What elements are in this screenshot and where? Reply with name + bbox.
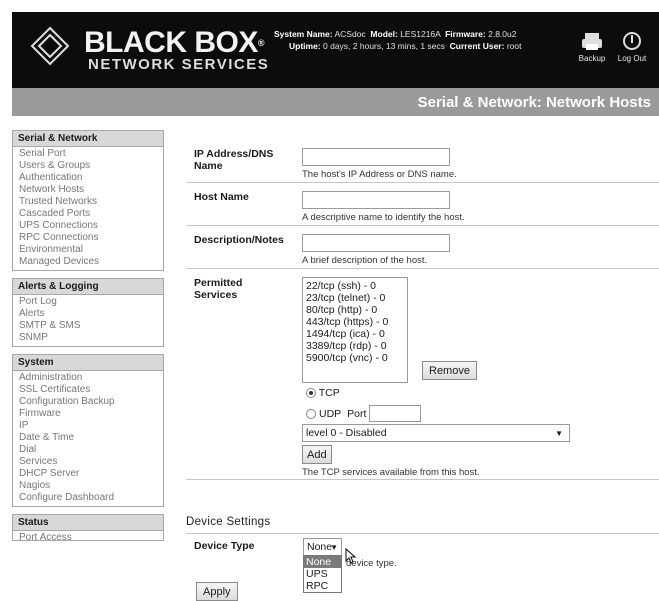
divider (186, 533, 659, 534)
sidebar-item-firmware[interactable]: Firmware (13, 408, 163, 420)
power-icon (623, 32, 641, 50)
sidebar-group-serial-network: Serial & Network Serial Port Users & Gro… (12, 130, 164, 271)
page-title: Serial & Network: Network Hosts (417, 94, 651, 111)
firmware-value: 2.8.0u2 (488, 29, 517, 39)
sidebar-item-configure-dashboard[interactable]: Configure Dashboard (13, 492, 163, 504)
sidebar-group-system: System Administration SSL Certificates C… (12, 354, 164, 507)
ip-help: The host's IP Address or DNS name. (302, 169, 457, 180)
black-box-logo-icon (30, 26, 70, 66)
sidebar-item-date-time[interactable]: Date & Time (13, 432, 163, 444)
device-type-select[interactable]: None ▼ (303, 538, 342, 556)
sidebar-item-administration[interactable]: Administration (13, 372, 163, 384)
sidebar: Serial & Network Serial Port Users & Gro… (12, 130, 164, 548)
description-label: Description/Notes (194, 234, 284, 246)
device-type-options[interactable]: None UPS RPC (303, 555, 342, 593)
sidebar-item-nagios[interactable]: Nagios (13, 480, 163, 492)
sidebar-group-title: Status (13, 515, 163, 531)
service-option[interactable]: 1494/tcp (ica) - 0 (306, 328, 404, 340)
hostname-row: Host Name A descriptive name to identify… (186, 183, 659, 226)
sidebar-group-alerts-logging: Alerts & Logging Port Log Alerts SMTP & … (12, 278, 164, 347)
sidebar-item-configuration-backup[interactable]: Configuration Backup (13, 396, 163, 408)
ip-address-input[interactable] (302, 148, 450, 166)
sidebar-item-ups-connections[interactable]: UPS Connections (13, 220, 163, 232)
sidebar-item-services[interactable]: Services (13, 456, 163, 468)
ip-label: IP Address/DNS Name (194, 148, 274, 172)
device-type-help: device type. (346, 558, 397, 569)
device-type-label: Device Type (194, 540, 255, 552)
sidebar-item-authentication[interactable]: Authentication (13, 172, 163, 184)
device-type-option[interactable]: None (304, 556, 341, 568)
dropdown-arrow-icon: ▼ (555, 429, 563, 438)
backup-button[interactable]: Backup (573, 28, 611, 64)
system-name: ACSdoc (334, 29, 366, 39)
sidebar-item-dial[interactable]: Dial (13, 444, 163, 456)
remove-button[interactable]: Remove (422, 361, 477, 380)
ip-row: IP Address/DNS Name The host's IP Addres… (186, 140, 659, 183)
tcp-radio[interactable] (306, 388, 316, 399)
sidebar-item-snmp[interactable]: SNMP (13, 332, 163, 344)
sidebar-item-serial-port[interactable]: Serial Port (13, 148, 163, 160)
device-type-value: None (307, 541, 333, 553)
sidebar-item-port-log[interactable]: Port Log (13, 296, 163, 308)
device-type-option[interactable]: UPS (304, 568, 341, 580)
sidebar-item-ssl-certificates[interactable]: SSL Certificates (13, 384, 163, 396)
host-name-input[interactable] (302, 191, 450, 209)
sidebar-item-managed-devices[interactable]: Managed Devices (13, 256, 163, 268)
host-form: IP Address/DNS Name The host's IP Addres… (186, 140, 659, 480)
app-header: BLACK BOX® NETWORK SERVICES System Name:… (12, 12, 659, 88)
sidebar-item-rpc-connections[interactable]: RPC Connections (13, 232, 163, 244)
model-value: LES1216A (400, 29, 441, 39)
sidebar-item-environmental[interactable]: Environmental (13, 244, 163, 256)
sidebar-group-title: Serial & Network (13, 131, 163, 147)
tcp-label: TCP (318, 387, 340, 399)
service-option[interactable]: 80/tcp (http) - 0 (306, 304, 404, 316)
description-help: A brief description of the host. (302, 255, 428, 266)
description-row: Description/Notes A brief description of… (186, 226, 659, 269)
sidebar-item-port-access[interactable]: Port Access (13, 532, 163, 540)
device-settings-title: Device Settings (186, 516, 271, 528)
dropdown-arrow-icon: ▼ (330, 543, 338, 552)
title-bar: Serial & Network: Network Hosts (12, 88, 659, 116)
port-label: Port (347, 407, 367, 420)
logo-subtitle: NETWORK SERVICES (88, 56, 270, 73)
sidebar-item-users-groups[interactable]: Users & Groups (13, 160, 163, 172)
uptime-value: 0 days, 2 hours, 13 mins, 1 secs (323, 41, 445, 51)
sidebar-item-network-hosts[interactable]: Network Hosts (13, 184, 163, 196)
port-input[interactable] (369, 405, 422, 422)
description-input[interactable] (302, 234, 450, 252)
current-user-value: root (506, 41, 522, 51)
sidebar-item-trusted-networks[interactable]: Trusted Networks (13, 196, 163, 208)
logout-button[interactable]: Log Out (613, 28, 651, 64)
sidebar-item-dhcp-server[interactable]: DHCP Server (13, 468, 163, 480)
service-option[interactable]: 443/tcp (https) - 0 (306, 316, 404, 328)
sidebar-item-alerts[interactable]: Alerts (13, 308, 163, 320)
service-option[interactable]: 23/tcp (telnet) - 0 (306, 292, 404, 304)
system-info: System Name: ACSdoc Model: LES1216A Firm… (274, 29, 522, 51)
hostname-label: Host Name (194, 191, 249, 203)
sidebar-group-title: System (13, 355, 163, 371)
sidebar-item-cascaded-ports[interactable]: Cascaded Ports (13, 208, 163, 220)
add-button[interactable]: Add (302, 445, 332, 464)
sidebar-group-status: Status Port Access (12, 514, 164, 541)
printer-icon (582, 33, 602, 50)
sidebar-item-ip[interactable]: IP (13, 420, 163, 432)
device-type-option[interactable]: RPC (304, 580, 341, 592)
udp-label: UDP (319, 407, 342, 420)
service-option[interactable]: 22/tcp (ssh) - 0 (306, 280, 404, 292)
udp-radio[interactable] (306, 408, 316, 419)
level-select[interactable]: level 0 - Disabled ▼ (302, 424, 570, 442)
level-value: level 0 - Disabled (306, 427, 387, 439)
services-help: The TCP services available from this hos… (302, 467, 480, 478)
hostname-help: A descriptive name to identify the host. (302, 212, 465, 223)
service-option[interactable]: 3389/tcp (rdp) - 0 (306, 340, 404, 352)
apply-button[interactable]: Apply (196, 582, 238, 601)
permitted-services-list[interactable]: 22/tcp (ssh) - 0 23/tcp (telnet) - 0 80/… (302, 277, 408, 383)
services-row: Permitted Services 22/tcp (ssh) - 0 23/t… (186, 269, 659, 480)
sidebar-group-title: Alerts & Logging (13, 279, 163, 295)
sidebar-item-smtp-sms[interactable]: SMTP & SMS (13, 320, 163, 332)
service-option[interactable]: 5900/tcp (vnc) - 0 (306, 352, 404, 364)
logo-wordmark: BLACK BOX® (84, 26, 264, 59)
services-label: Permitted Services (194, 277, 243, 301)
